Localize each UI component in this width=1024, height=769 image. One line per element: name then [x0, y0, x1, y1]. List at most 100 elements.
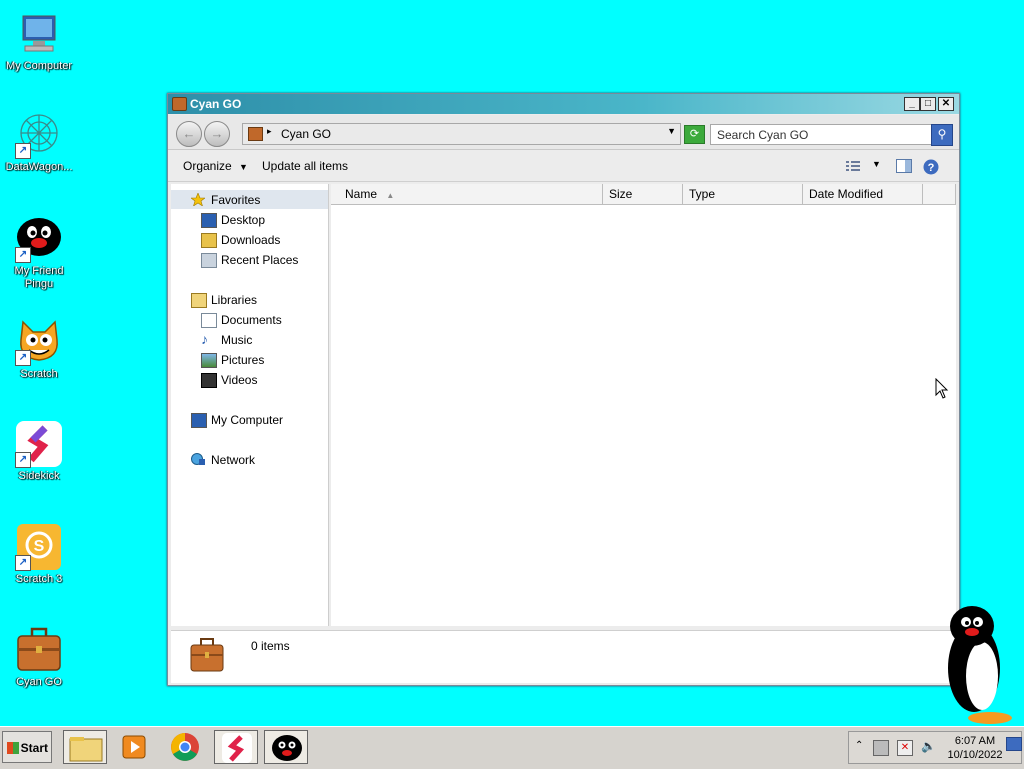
desktop-icon-label: Sidekick	[18, 470, 60, 482]
desktop-icon-label: Scratch 3	[15, 573, 63, 585]
file-list[interactable]: Name ▲ Size Type Date Modified	[331, 184, 956, 626]
column-header-filler	[923, 184, 956, 205]
mouse-cursor-icon	[935, 377, 949, 403]
libraries-icon	[191, 293, 207, 308]
shortcut-arrow-icon: ↗	[15, 143, 31, 159]
command-bar: Organize ▼ Update all items ▼ ?	[168, 150, 959, 182]
star-icon	[190, 192, 206, 207]
navigation-pane: Favorites Desktop Downloads Recent Place…	[171, 184, 329, 626]
chevron-down-icon[interactable]: ▼	[872, 159, 888, 173]
desktop-icon-pingu[interactable]: ↗ My Friend Pingu	[2, 215, 76, 291]
column-header-date-modified[interactable]: Date Modified	[803, 184, 923, 205]
organize-button[interactable]: Organize ▼	[183, 159, 248, 173]
clock-time: 6:07 AM	[954, 735, 996, 747]
svg-text:S: S	[34, 538, 45, 555]
search-input[interactable]: Search Cyan GO	[710, 124, 932, 145]
taskbar-explorer[interactable]	[63, 730, 107, 764]
system-tray: ⌃ ✕ 🔈 6:07 AM 10/10/2022	[848, 731, 1022, 764]
briefcase-icon	[189, 637, 225, 673]
update-all-items-button[interactable]: Update all items	[262, 159, 348, 173]
taskbar-sidekick[interactable]	[214, 730, 258, 764]
preview-pane-icon[interactable]	[896, 159, 912, 173]
search-placeholder: Search Cyan GO	[717, 128, 809, 142]
address-bar[interactable]: ▸ Cyan GO ▼	[242, 123, 681, 145]
desktop-icon-label: DataWagon...	[5, 161, 73, 173]
minimize-button[interactable]: _	[904, 97, 920, 111]
taskbar-chrome[interactable]	[163, 730, 207, 764]
sidekick-icon: ↗	[15, 420, 63, 468]
documents-icon	[201, 313, 217, 328]
desktop-icon-label: Cyan GO	[16, 676, 62, 688]
taskbar-pingu[interactable]	[264, 730, 308, 764]
clock[interactable]: 6:07 AM 10/10/2022	[942, 734, 1008, 762]
recent-places-icon	[201, 253, 217, 268]
folder-icon	[172, 97, 187, 111]
address-toolbar: ← → ▸ Cyan GO ▼ ⟳ Search Cyan GO ⚲	[168, 115, 959, 150]
start-button[interactable]: Start	[2, 731, 52, 763]
videos-icon	[201, 373, 217, 388]
desktop-icon-sidekick[interactable]: ↗ Sidekick	[2, 420, 76, 483]
refresh-button[interactable]: ⟳	[684, 125, 705, 144]
search-button[interactable]: ⚲	[931, 124, 953, 146]
chevron-down-icon: ▼	[239, 162, 248, 172]
column-header-size[interactable]: Size	[603, 184, 683, 205]
organize-label: Organize	[183, 159, 232, 173]
chevron-down-icon[interactable]: ▼	[667, 126, 676, 136]
folder-icon	[248, 127, 263, 141]
briefcase-icon	[15, 626, 63, 674]
desktop-icon	[201, 213, 217, 228]
windows-logo-icon	[7, 742, 19, 754]
taskbar-media-player[interactable]	[113, 730, 157, 764]
desktop-icon-datawagon[interactable]: ↗ DataWagon...	[2, 111, 76, 174]
view-options-icon[interactable]	[845, 159, 861, 173]
window-title: Cyan GO	[190, 97, 242, 111]
scratch-3-icon: S ↗	[15, 523, 63, 571]
taskbar: Start ⌃ ✕ 🔈 6:07 AM 10/10/2022	[0, 726, 1024, 769]
desktop-icon-scratch[interactable]: ↗ Scratch	[2, 318, 76, 381]
pingu-mascot	[942, 604, 1020, 731]
chevron-right-icon[interactable]: ▸	[267, 126, 272, 137]
volume-icon[interactable]: 🔈	[921, 739, 936, 753]
shortcut-arrow-icon: ↗	[15, 452, 31, 468]
scratch-cat-icon: ↗	[15, 318, 63, 366]
desktop-icon-my-computer[interactable]: My Computer	[2, 10, 76, 73]
explorer-window[interactable]: Cyan GO _ □ ✕ ← → ▸ Cyan GO ▼ ⟳ Search C…	[167, 93, 960, 686]
network-status-icon[interactable]	[873, 740, 889, 756]
title-bar[interactable]: Cyan GO _ □ ✕	[168, 94, 959, 114]
maximize-button[interactable]: □	[920, 97, 936, 111]
shortcut-arrow-icon: ↗	[15, 247, 31, 263]
details-pane: 0 items	[171, 630, 956, 683]
forward-button[interactable]: →	[204, 121, 230, 147]
help-icon[interactable]: ?	[923, 159, 939, 175]
close-button[interactable]: ✕	[938, 97, 954, 111]
show-hidden-icons-icon[interactable]: ⌃	[855, 740, 863, 751]
pingu-icon: ↗	[15, 215, 63, 263]
sort-ascending-icon: ▲	[386, 191, 395, 200]
item-count: 0 items	[251, 639, 290, 653]
desktop-icon-label: My Friend Pingu	[14, 265, 64, 290]
svg-text:?: ?	[928, 162, 935, 174]
action-center-icon[interactable]: ✕	[897, 740, 913, 756]
network-icon	[191, 453, 205, 466]
folder-icon	[69, 737, 103, 762]
sidekick-icon	[222, 733, 252, 763]
downloads-folder-icon	[201, 233, 217, 248]
datawagon-icon: ↗	[15, 111, 63, 159]
desktop-icon-scratch-3[interactable]: S ↗ Scratch 3	[2, 523, 76, 586]
clock-date: 10/10/2022	[947, 749, 1003, 761]
column-header-name[interactable]: Name ▲	[331, 184, 603, 205]
computer-icon	[191, 413, 207, 428]
column-header-type[interactable]: Type	[683, 184, 803, 205]
music-icon: ♪	[201, 331, 208, 347]
desktop-icon-cyan-go[interactable]: Cyan GO	[2, 626, 76, 689]
show-desktop-button[interactable]	[1006, 737, 1022, 751]
pictures-icon	[201, 353, 217, 368]
shortcut-arrow-icon: ↗	[15, 555, 31, 571]
back-button[interactable]: ←	[176, 121, 202, 147]
shortcut-arrow-icon: ↗	[15, 350, 31, 366]
media-player-icon	[122, 735, 146, 759]
desktop-icon-label: My Computer	[5, 60, 73, 72]
desktop-icon-label: Scratch	[20, 368, 58, 380]
computer-icon	[15, 10, 63, 58]
pingu-icon	[272, 735, 302, 761]
